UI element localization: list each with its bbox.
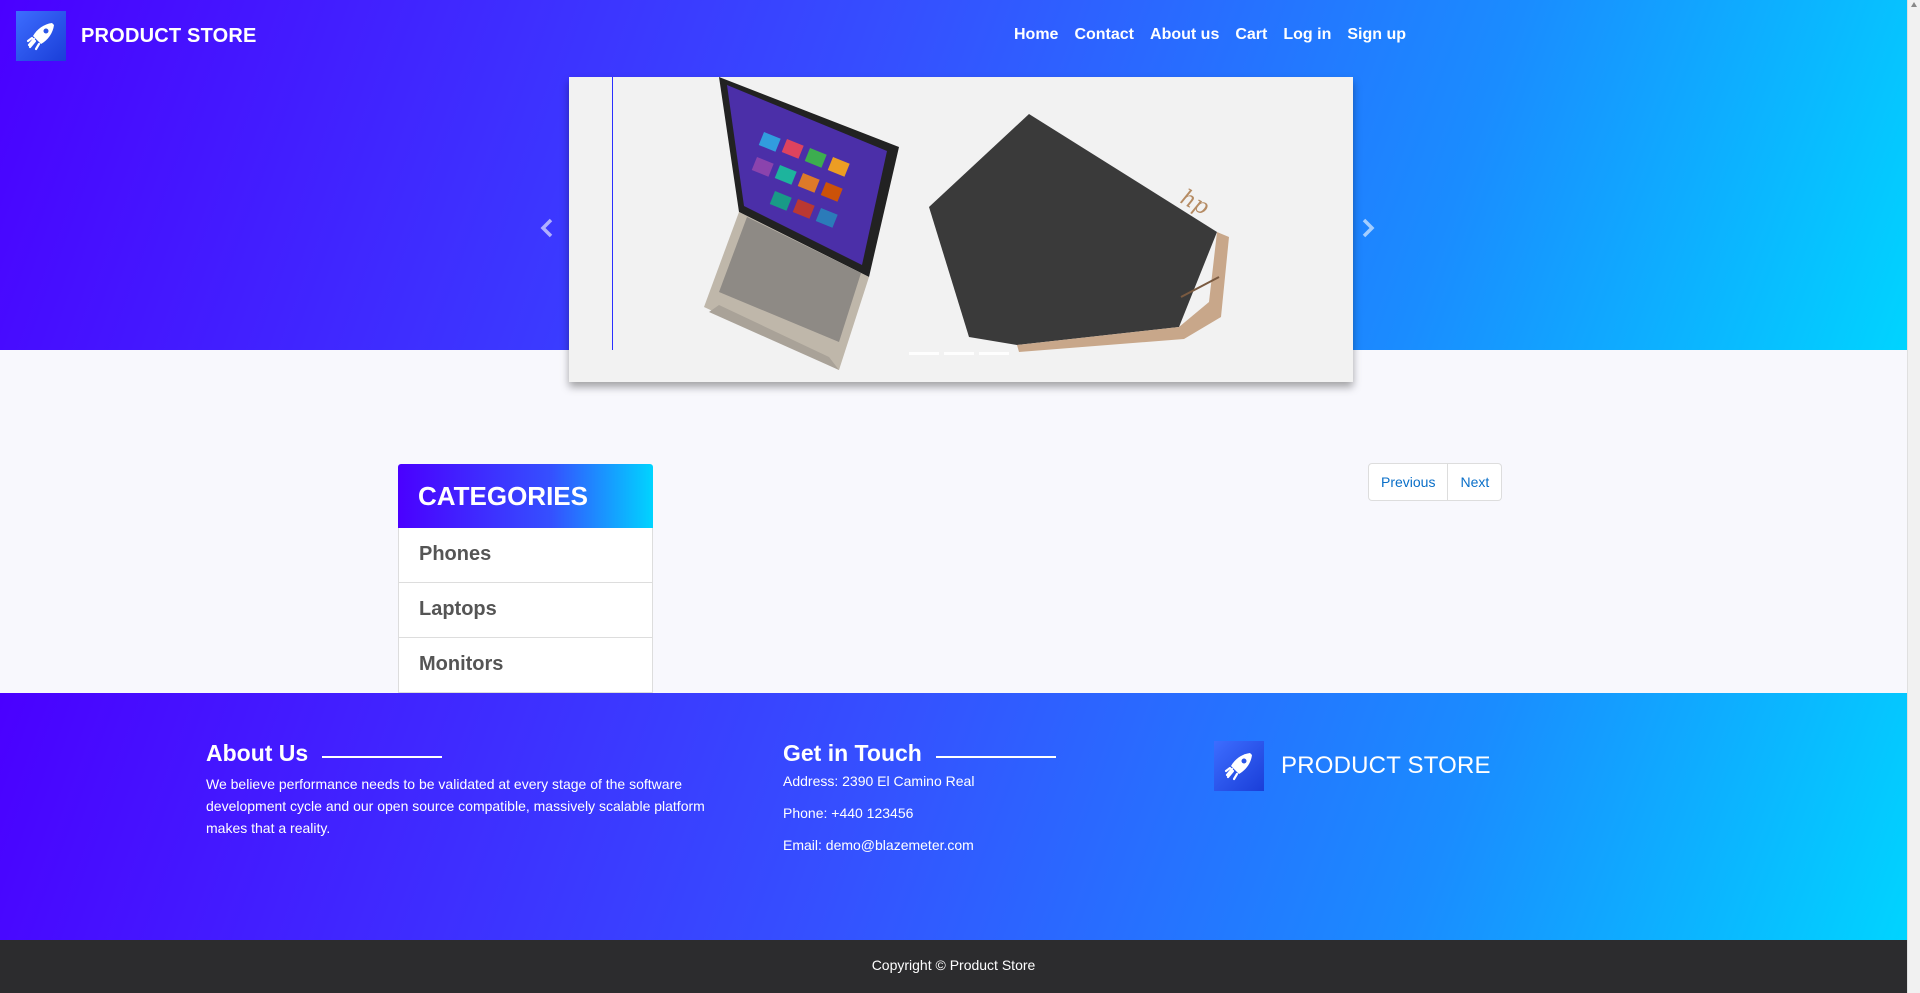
nav-home[interactable]: Home bbox=[1014, 26, 1058, 44]
rocket-logo-icon bbox=[1214, 741, 1264, 791]
copyright-bar: Copyright © Product Store bbox=[0, 940, 1907, 993]
footer-about-text: We believe performance needs to be valid… bbox=[206, 776, 705, 836]
heading-rule bbox=[322, 755, 443, 758]
nav-sign-up[interactable]: Sign up bbox=[1347, 26, 1406, 44]
categories-title[interactable]: CATEGORIES bbox=[398, 464, 653, 528]
product-carousel: hp bbox=[569, 77, 1353, 382]
nav-log-in[interactable]: Log in bbox=[1283, 26, 1331, 44]
footer-about-title: About Us bbox=[206, 740, 309, 766]
category-laptops[interactable]: Laptops bbox=[398, 583, 653, 638]
category-monitors[interactable]: Monitors bbox=[398, 638, 653, 693]
footer-email: Email: demo@blazemeter.com bbox=[783, 837, 974, 853]
rocket-logo-icon bbox=[16, 11, 66, 61]
categories-list: CATEGORIES Phones Laptops Monitors bbox=[398, 464, 653, 693]
navbar-brand[interactable]: PRODUCT STORE bbox=[16, 11, 257, 61]
category-phones[interactable]: Phones bbox=[398, 528, 653, 583]
scroll-up-arrow-icon[interactable] bbox=[1911, 2, 1917, 7]
vertical-scrollbar[interactable] bbox=[1907, 0, 1920, 993]
carousel-prev-button[interactable] bbox=[537, 213, 557, 243]
nav-about-us[interactable]: About us bbox=[1150, 26, 1219, 44]
brand-name: PRODUCT STORE bbox=[81, 24, 257, 47]
footer: About Us We believe performance needs to… bbox=[0, 693, 1907, 940]
footer-contact-heading: Get in Touch bbox=[783, 740, 1056, 767]
pagination: Previous Next bbox=[1368, 463, 1503, 501]
nav-contact[interactable]: Contact bbox=[1074, 26, 1134, 44]
navbar: PRODUCT STORE Home Contact About us Cart… bbox=[0, 0, 1907, 72]
chevron-left-icon bbox=[540, 218, 553, 238]
nav-cart[interactable]: Cart bbox=[1235, 26, 1267, 44]
carousel-indicators bbox=[909, 352, 1014, 355]
heading-rule bbox=[935, 755, 1056, 758]
footer-contact-title: Get in Touch bbox=[783, 740, 922, 766]
next-page-button[interactable]: Next bbox=[1448, 463, 1503, 501]
footer-contact: Get in Touch Address: 2390 El Camino Rea… bbox=[783, 740, 1056, 869]
footer-brand-name: PRODUCT STORE bbox=[1281, 752, 1491, 779]
footer-brand: PRODUCT STORE bbox=[1214, 741, 1491, 791]
footer-address: Address: 2390 El Camino Real bbox=[783, 773, 975, 789]
carousel-indicator[interactable] bbox=[909, 352, 939, 355]
footer-about: About Us We believe performance needs to… bbox=[206, 740, 746, 839]
laptop-pair-image: hp bbox=[704, 77, 1229, 370]
carousel-indicator[interactable] bbox=[944, 352, 974, 355]
nav-links: Home Contact About us Cart Log in Sign u… bbox=[1014, 26, 1422, 44]
chevron-right-icon bbox=[1362, 218, 1375, 238]
previous-page-button[interactable]: Previous bbox=[1368, 463, 1449, 501]
footer-phone: Phone: +440 123456 bbox=[783, 805, 914, 821]
carousel-next-button[interactable] bbox=[1358, 213, 1378, 243]
footer-about-heading: About Us bbox=[206, 740, 746, 767]
carousel-indicator[interactable] bbox=[979, 352, 1009, 355]
